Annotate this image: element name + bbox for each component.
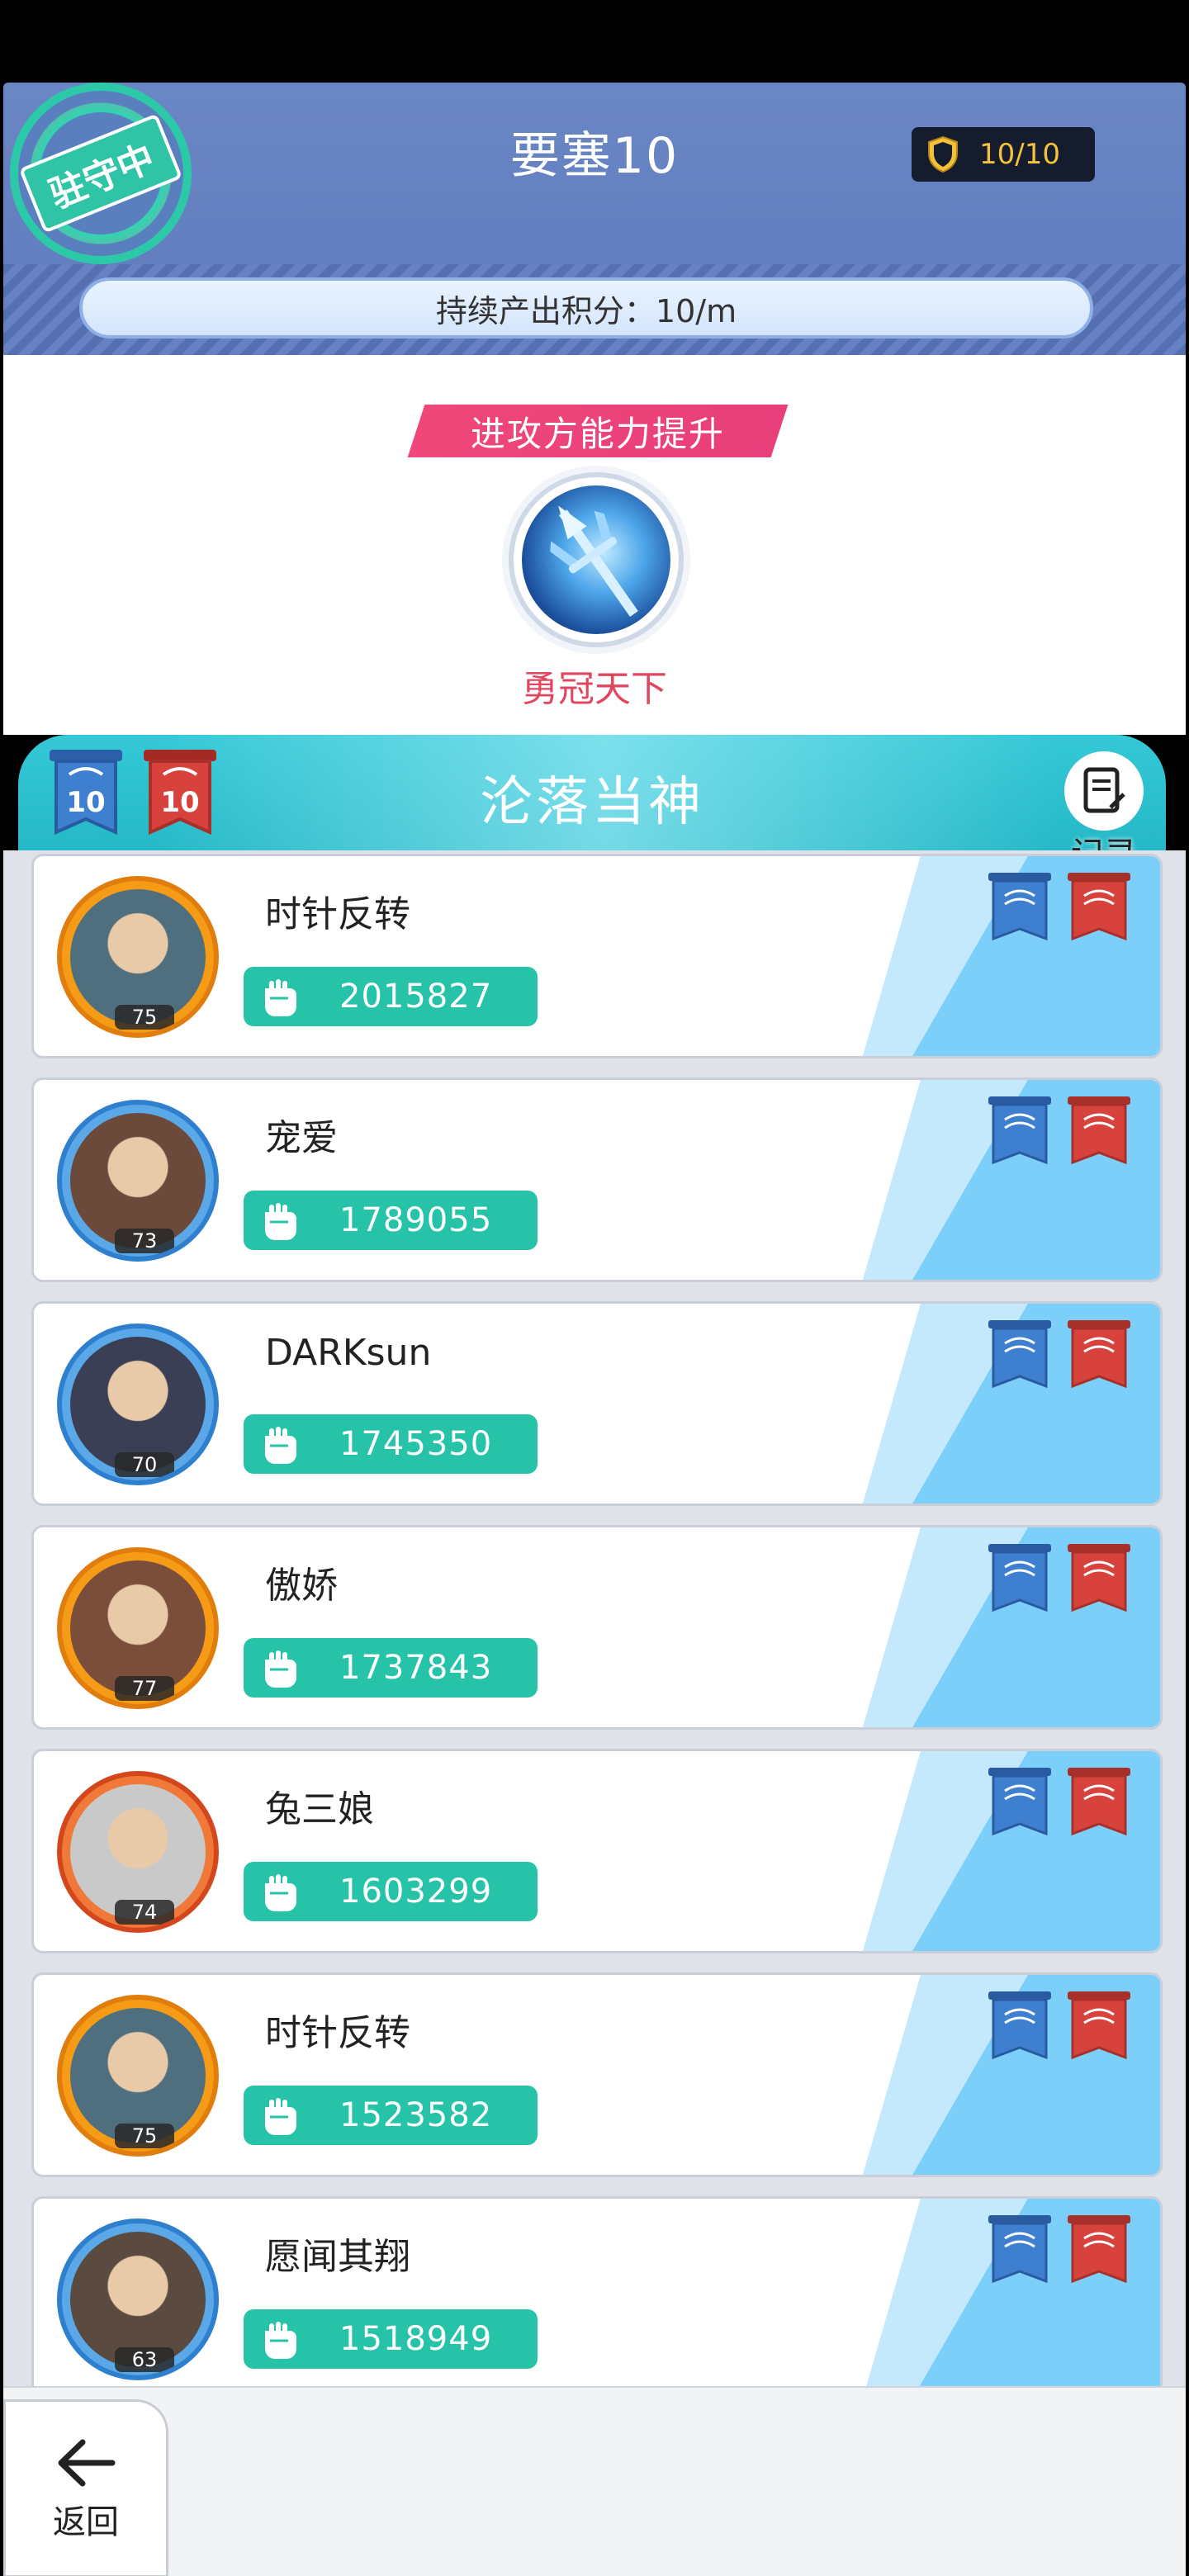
player-card[interactable]: 73 宠爱 1789055 [31,1077,1163,1282]
avatar[interactable]: 73 [57,1100,219,1262]
avatar[interactable]: 63 [57,2218,219,2380]
record-label: 记录 [1059,827,1149,850]
blue-flag-icon [985,1766,1054,1845]
combat-power: 1523582 [244,2086,538,2145]
fist-icon [265,2322,296,2359]
garrison-stamp: 驻守中 [3,83,220,292]
player-level: 63 [115,2347,174,2372]
player-name: 时针反转 [265,2012,410,2054]
shield-count-badge: 10/10 [912,127,1095,182]
combat-power-value: 1518949 [339,2320,493,2358]
player-card[interactable]: 63 愿闻其翔 1518949 [31,2196,1163,2386]
avatar[interactable]: 75 [57,876,219,1038]
buff-tag-label: 进攻方能力提升 [470,413,725,454]
buff-name: 勇冠天下 [522,668,667,710]
card-flags [985,1766,1134,1842]
fist-icon [265,979,296,1016]
shield-icon [928,135,958,173]
player-name: 兔三娘 [265,1788,374,1830]
combat-power: 1789055 [244,1191,538,1250]
team-name: 沦落当神 [480,772,704,833]
card-flags [985,1319,1134,1395]
player-card[interactable]: 75 时针反转 1523582 [31,1972,1163,2177]
red-flag-icon [1064,1542,1134,1622]
status-bar [0,0,1189,83]
player-name: 愿闻其翔 [265,2236,410,2278]
blue-flag-icon [985,1095,1054,1174]
fist-icon [265,1203,296,1240]
red-flag-icon [1064,1095,1134,1174]
combat-power-value: 2015827 [339,978,493,1016]
red-flag-icon [1064,871,1134,950]
player-level: 73 [115,1229,174,1253]
combat-power-value: 1789055 [339,1201,493,1239]
buff-tag: 进攻方能力提升 [407,405,789,457]
points-output-bar: 持续产出积分：10/m [79,277,1093,339]
trident-icon [522,485,670,634]
avatar[interactable]: 75 [57,1995,219,2157]
player-level: 74 [115,1900,174,1925]
player-card[interactable]: 75 时针反转 2015827 [31,854,1163,1058]
combat-power: 1737843 [244,1638,538,1698]
blue-flag-icon [985,1319,1054,1398]
fist-icon [265,1650,296,1688]
blue-flag-icon [985,1542,1054,1622]
red-flag-icon [1064,1766,1134,1845]
avatar[interactable]: 74 [57,1771,219,1933]
red-flag-icon [1064,2214,1134,2293]
player-name: DARKsun [265,1332,432,1374]
combat-power-value: 1523582 [339,2096,493,2134]
combat-power: 1518949 [244,2309,538,2369]
card-flags [985,1990,1134,2066]
red-flag-icon [1064,1990,1134,2069]
blue-flag-icon [985,871,1054,950]
back-arrow-icon [58,2439,116,2487]
card-flags [985,871,1134,947]
player-name: 傲娇 [265,1565,338,1607]
card-flags [985,1095,1134,1171]
player-name: 宠爱 [265,1117,338,1159]
combat-power-value: 1737843 [339,1649,493,1687]
red-flag-icon [1064,1319,1134,1398]
record-icon [1064,751,1144,831]
card-flags [985,2214,1134,2290]
avatar[interactable]: 77 [57,1547,219,1709]
combat-power-value: 1745350 [339,1425,493,1463]
blue-flag-icon [985,2214,1054,2293]
team-banner: 10 10 沦落当神 记录 [18,735,1166,850]
fist-icon [265,1427,296,1464]
shield-count-value: 10/10 [979,138,1060,171]
player-name: 时针反转 [265,893,410,935]
fortress-header: 要塞10 驻守中 10/10 持续产出积分：10/m [3,83,1186,355]
player-level: 75 [115,1005,174,1030]
combat-power: 1603299 [244,1862,538,1921]
fist-icon [265,2098,296,2135]
fist-icon [265,1874,296,1911]
player-card[interactable]: 74 兔三娘 1603299 [31,1749,1163,1953]
combat-power: 1745350 [244,1414,538,1474]
buff-section: 进攻方能力提升 勇冠天下 [3,355,1186,735]
record-button[interactable]: 记录 [1059,751,1149,850]
back-label: 返回 [53,2503,119,2541]
buff-skill-button[interactable] [509,472,684,647]
bottom-bar: 返回 [3,2386,1186,2576]
back-button[interactable]: 返回 [3,2399,168,2576]
player-card[interactable]: 77 傲娇 1737843 [31,1525,1163,1730]
blue-flag-icon [985,1990,1054,2069]
player-list[interactable]: 75 时针反转 2015827 73 宠爱 1789055 70 DARKsun 1745350… [3,850,1186,2386]
player-level: 77 [115,1676,174,1701]
player-card[interactable]: 70 DARKsun 1745350 [31,1301,1163,1506]
combat-power: 2015827 [244,967,538,1026]
avatar[interactable]: 70 [57,1324,219,1485]
combat-power-value: 1603299 [339,1873,493,1911]
card-flags [985,1542,1134,1618]
player-level: 70 [115,1452,174,1477]
player-level: 75 [115,2124,174,2148]
